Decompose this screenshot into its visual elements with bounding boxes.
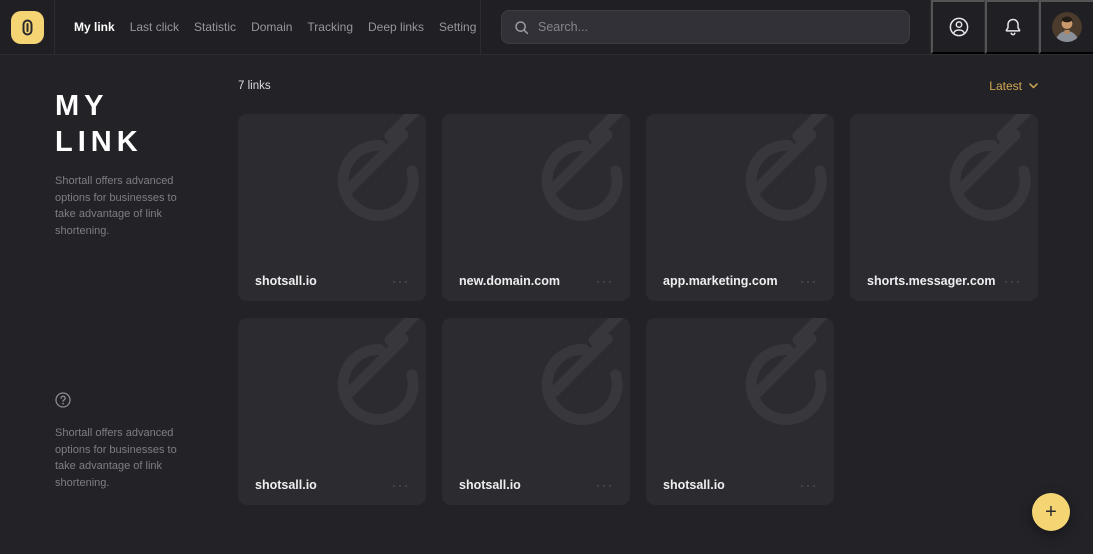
card-menu-button[interactable]: ···: [596, 480, 614, 490]
link-clip-icon: [238, 318, 426, 505]
notifications-button[interactable]: [985, 0, 1039, 54]
nav-item-setting[interactable]: Setting: [439, 20, 476, 34]
card-domain: shotsall.io: [459, 478, 521, 492]
main-nav: My link Last click Statistic Domain Tracking…: [55, 0, 481, 54]
search-box[interactable]: [501, 10, 910, 44]
nav-item-my-link[interactable]: My link: [74, 20, 115, 34]
card-menu-button[interactable]: ···: [596, 276, 614, 286]
add-link-button[interactable]: +: [1032, 493, 1070, 531]
link-clip-icon: [646, 318, 834, 505]
card-footer: shotsall.io ···: [442, 478, 630, 505]
link-clip-icon: [442, 114, 630, 301]
nav-item-deep-links[interactable]: Deep links: [368, 20, 424, 34]
card-domain: shotsall.io: [255, 274, 317, 288]
sort-dropdown[interactable]: Latest: [989, 79, 1038, 93]
app-logo[interactable]: [11, 11, 44, 44]
nav-item-statistic[interactable]: Statistic: [194, 20, 236, 34]
logo-cell: [0, 0, 55, 54]
card-menu-button[interactable]: ···: [800, 480, 818, 490]
question-circle-icon: [55, 392, 71, 408]
card-domain: shotsall.io: [255, 478, 317, 492]
card-menu-button[interactable]: ···: [392, 276, 410, 286]
page-body: MY LINK Shortall offers advanced options…: [0, 55, 1093, 554]
card-footer: app.marketing.com ···: [646, 274, 834, 301]
search-icon: [514, 20, 529, 35]
help-block: Shortall offers advanced options for bus…: [55, 392, 238, 491]
search-input[interactable]: [538, 20, 897, 34]
link-card[interactable]: shotsall.io ···: [442, 318, 630, 505]
help-description: Shortall offers advanced options for bus…: [55, 425, 183, 491]
card-menu-button[interactable]: ···: [392, 480, 410, 490]
card-footer: shorts.messager.com ···: [850, 274, 1038, 301]
links-grid: shotsall.io ··· new.domain.com ···: [238, 114, 1038, 505]
nav-item-tracking[interactable]: Tracking: [307, 20, 353, 34]
link-card[interactable]: shotsall.io ···: [646, 318, 834, 505]
nav-item-domain[interactable]: Domain: [251, 20, 292, 34]
card-domain: app.marketing.com: [663, 274, 778, 288]
card-footer: shotsall.io ···: [238, 478, 426, 505]
link-clip-icon: [646, 114, 834, 301]
card-menu-button[interactable]: ···: [1004, 276, 1022, 286]
page-title: MY LINK: [55, 88, 205, 160]
link-clip-icon: [850, 114, 1038, 301]
card-domain: shorts.messager.com: [867, 274, 996, 288]
page-description: Shortall offers advanced options for bus…: [55, 173, 183, 239]
nav-item-last-click[interactable]: Last click: [130, 20, 179, 34]
link-card[interactable]: shotsall.io ···: [238, 318, 426, 505]
card-footer: new.domain.com ···: [442, 274, 630, 301]
search-section: [481, 0, 931, 54]
link-card[interactable]: shorts.messager.com ···: [850, 114, 1038, 301]
content-header: 7 links Latest: [238, 79, 1038, 93]
card-domain: shotsall.io: [663, 478, 725, 492]
paperclip-icon: [22, 19, 33, 36]
link-clip-icon: [238, 114, 426, 301]
main-content: 7 links Latest shotsall.io: [238, 55, 1093, 554]
sort-label: Latest: [989, 79, 1022, 93]
card-domain: new.domain.com: [459, 274, 560, 288]
sidebar: MY LINK Shortall offers advanced options…: [0, 55, 238, 554]
user-circle-icon: [947, 15, 971, 39]
link-card[interactable]: new.domain.com ···: [442, 114, 630, 301]
bell-icon: [1001, 15, 1025, 39]
card-footer: shotsall.io ···: [646, 478, 834, 505]
chevron-down-icon: [1029, 83, 1038, 89]
link-clip-icon: [442, 318, 630, 505]
avatar-button[interactable]: [1039, 0, 1093, 54]
links-count: 7 links: [238, 80, 271, 92]
help-button[interactable]: [55, 392, 71, 408]
user-avatar-photo: [1052, 12, 1082, 42]
top-navbar: My link Last click Statistic Domain Tracking…: [0, 0, 1093, 55]
card-footer: shotsall.io ···: [238, 274, 426, 301]
card-menu-button[interactable]: ···: [800, 276, 818, 286]
link-card[interactable]: shotsall.io ···: [238, 114, 426, 301]
link-card[interactable]: app.marketing.com ···: [646, 114, 834, 301]
account-button[interactable]: [931, 0, 985, 54]
